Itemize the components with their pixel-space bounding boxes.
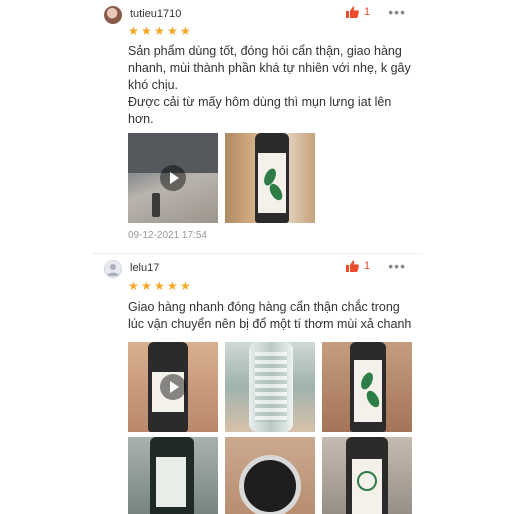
star-icon: ★ [167, 279, 178, 293]
rating-stars: ★ ★ ★ ★ ★ [128, 24, 191, 38]
like-count: 1 [364, 6, 371, 18]
like-button[interactable]: 1 [346, 6, 370, 18]
user-icon [107, 264, 119, 276]
review-photo[interactable] [225, 342, 315, 432]
username[interactable]: tutieu1710 [130, 8, 181, 20]
comment-line: Giao hàng nhanh đóng hàng cẩn thận chắc … [128, 300, 412, 331]
like-button[interactable]: 1 [346, 260, 370, 272]
review-photo[interactable] [322, 342, 412, 432]
review-header: lelu17 1 ••• [104, 258, 414, 280]
review-photo[interactable] [322, 437, 412, 514]
review-header: tutieu1710 1 ••• [104, 4, 414, 26]
review-timestamp: 09-12-2021 17:54 [128, 230, 207, 241]
more-icon[interactable]: ••• [388, 258, 406, 274]
comment-line: Được cải từ mấy hôm dùng thì mụn lưng ia… [128, 95, 392, 126]
review-video-thumbnail[interactable] [128, 342, 218, 432]
review-card: tutieu1710 1 ••• ★ ★ ★ ★ ★ Sản phẩm dùng… [92, 0, 422, 253]
review-photo[interactable] [128, 437, 218, 514]
review-photo[interactable] [225, 133, 315, 223]
username[interactable]: lelu17 [130, 262, 159, 274]
star-icon: ★ [154, 24, 165, 38]
comment-line: Sản phẩm dùng tốt, đóng hói cẩn thận, gi… [128, 44, 411, 92]
rating-stars: ★ ★ ★ ★ ★ [128, 279, 191, 293]
review-video-thumbnail[interactable] [128, 133, 218, 223]
review-photo[interactable] [225, 437, 315, 514]
more-icon[interactable]: ••• [388, 4, 406, 20]
star-icon: ★ [128, 279, 139, 293]
review-comment: Giao hàng nhanh đóng hàng cẩn thận chắc … [128, 299, 418, 333]
review-card: lelu17 1 ••• ★ ★ ★ ★ ★ Giao hàng nhanh đ… [92, 253, 422, 514]
star-icon: ★ [141, 279, 152, 293]
star-icon: ★ [180, 24, 191, 38]
star-icon: ★ [141, 24, 152, 38]
play-icon[interactable] [160, 374, 186, 400]
star-icon: ★ [128, 24, 139, 38]
thumbs-up-icon [346, 6, 359, 18]
review-comment: Sản phẩm dùng tốt, đóng hói cẩn thận, gi… [128, 43, 418, 128]
thumbs-up-icon [346, 260, 359, 272]
like-count: 1 [364, 260, 371, 272]
play-icon[interactable] [160, 165, 186, 191]
star-icon: ★ [180, 279, 191, 293]
avatar[interactable] [104, 6, 122, 24]
star-icon: ★ [154, 279, 165, 293]
avatar[interactable] [104, 260, 122, 278]
star-icon: ★ [167, 24, 178, 38]
